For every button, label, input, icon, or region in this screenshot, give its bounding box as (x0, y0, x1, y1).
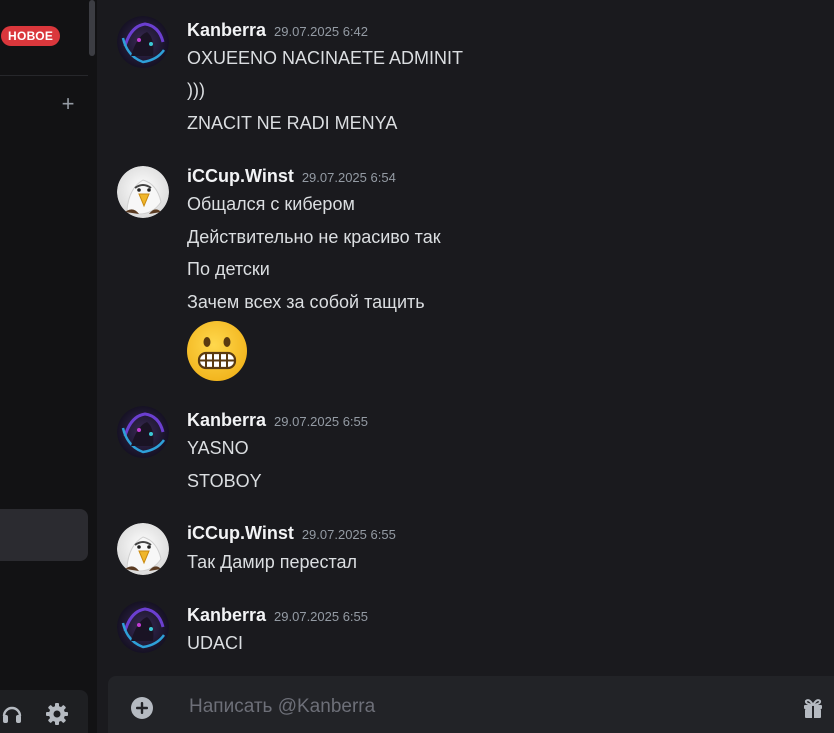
timestamp: 29.07.2025 6:42 (274, 24, 369, 39)
message-text: YASNO (187, 438, 249, 458)
kanberra-avatar[interactable] (117, 16, 169, 68)
timestamp: 29.07.2025 6:55 (301, 527, 396, 542)
gift-icon[interactable] (801, 696, 825, 720)
timestamp: 29.07.2025 6:54 (301, 170, 396, 185)
author-name[interactable]: Kanberra (187, 605, 266, 625)
eagle-avatar[interactable] (117, 166, 169, 218)
gear-icon[interactable] (45, 702, 69, 726)
new-badge[interactable]: НОВОЕ (1, 26, 61, 46)
add-dm-button[interactable]: + (58, 93, 78, 115)
eagle-avatar[interactable] (117, 523, 169, 575)
author-name[interactable]: iCCup.Winst (187, 166, 294, 186)
timestamp: 29.07.2025 6:55 (274, 609, 369, 624)
kanberra-avatar[interactable] (117, 406, 169, 458)
author-name[interactable]: Kanberra (187, 410, 266, 430)
message-text: Так Дамир перестал (187, 552, 358, 572)
sidebar-scrollbar[interactable] (89, 0, 95, 56)
message-text: Общался с кибером (187, 194, 355, 214)
timestamp: 29.07.2025 6:55 (274, 414, 369, 429)
headset-icon[interactable] (0, 702, 24, 726)
message-text: По детски (187, 259, 270, 279)
user-panel (0, 690, 88, 733)
add-attachment-icon[interactable] (130, 696, 154, 720)
message-text: ))) (187, 80, 205, 100)
selected-dm-item[interactable] (0, 509, 88, 561)
dm-sidebar: НОВОЕ + (0, 0, 97, 733)
message-text: UDACI (187, 633, 244, 653)
author-name[interactable]: iCCup.Winst (187, 523, 294, 543)
message-text: Зачем всех за собой тащить (187, 292, 425, 312)
chat-area: Kanberra 29.07.2025 6:42 OXUEENO NACINAET… (97, 0, 834, 733)
message-input[interactable] (187, 686, 751, 728)
message-composer (108, 676, 834, 733)
author-name[interactable]: Kanberra (187, 20, 266, 40)
kanberra-avatar[interactable] (117, 601, 169, 653)
message-text: STOBOY (187, 471, 262, 491)
message-text: Действительно не красиво так (187, 227, 441, 247)
grimacing-face-emoji (186, 320, 248, 382)
sidebar-divider (0, 75, 88, 76)
message-text: ZNACIT NE RADI MENYA (187, 113, 398, 133)
message-text: OXUEENO NACINAETE ADMINIT (187, 48, 464, 68)
